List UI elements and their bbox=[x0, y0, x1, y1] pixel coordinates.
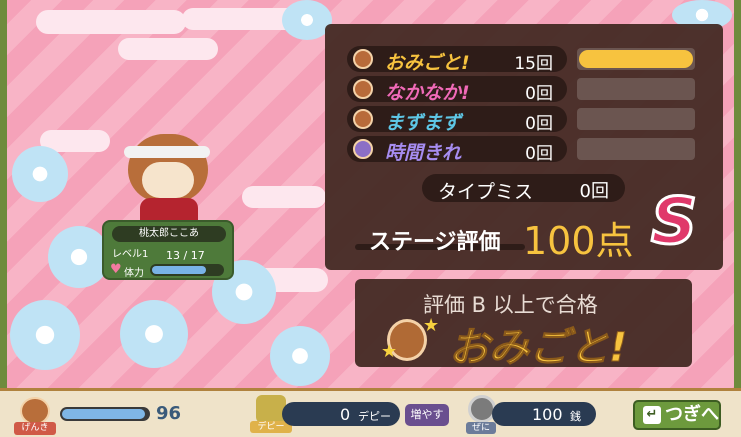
dp-counter: 0 デピー bbox=[282, 402, 400, 426]
bg-plum-flower bbox=[12, 146, 68, 202]
frame-right bbox=[734, 0, 741, 437]
genki-bar-fill bbox=[62, 409, 145, 419]
result-label: 時間きれ bbox=[385, 142, 462, 164]
result-row-mazumazu: まずまず 0回 bbox=[347, 106, 567, 134]
stage-score: 100点 bbox=[523, 219, 634, 263]
game-screen: おみごと! 15回 なかなか! 0回 まずまず 0回 時間きれ 0回 タイプミス… bbox=[0, 0, 741, 437]
typo-count: 0回 bbox=[579, 181, 609, 202]
result-label: なかなか! bbox=[385, 82, 470, 104]
hp-bar bbox=[150, 264, 224, 276]
typo-label: タイプミス bbox=[438, 181, 534, 203]
genki-face-icon bbox=[20, 397, 50, 425]
character-status-card: 桃太郎ここあ レベル1 13 / 17 ♥ 体力 bbox=[102, 220, 234, 280]
result-count: 0回 bbox=[525, 84, 553, 104]
result-label: まずまず bbox=[385, 112, 462, 134]
result-count: 15回 bbox=[514, 54, 553, 74]
result-bar bbox=[577, 48, 695, 70]
result-bar bbox=[577, 138, 695, 160]
happy-face-icon bbox=[353, 79, 373, 99]
bg-cloud bbox=[242, 186, 326, 208]
result-label: おみごと! bbox=[385, 52, 470, 74]
dp-unit: デピー bbox=[358, 410, 391, 423]
star-icon: ★ bbox=[423, 315, 440, 336]
next-label: つぎへ bbox=[665, 404, 719, 425]
pass-verdict: おみごと! bbox=[448, 325, 628, 372]
stage-eval-label: ステージ評価 bbox=[369, 230, 501, 255]
genki-label: げんき bbox=[14, 422, 56, 435]
result-bar bbox=[577, 78, 695, 100]
return-arrow-icon: ↵ bbox=[643, 406, 661, 424]
result-row-timeout: 時間きれ 0回 bbox=[347, 136, 567, 164]
character-name: 桃太郎ここあ bbox=[112, 226, 226, 242]
result-count: 0回 bbox=[525, 144, 553, 164]
character-hp-text: 13 / 17 bbox=[166, 249, 205, 262]
hp-bar-fill bbox=[152, 266, 206, 274]
neutral-face-icon bbox=[353, 109, 373, 129]
genki-bar bbox=[60, 407, 150, 421]
result-bar bbox=[577, 108, 695, 130]
star-icon: ★ bbox=[381, 341, 398, 362]
character-face bbox=[142, 162, 194, 198]
frame-left bbox=[0, 0, 7, 437]
result-row-nakanaka: なかなか! 0回 bbox=[347, 76, 567, 104]
bg-plum-flower bbox=[270, 326, 330, 386]
rank-grade: S bbox=[649, 185, 698, 259]
result-count: 0回 bbox=[525, 114, 553, 134]
results-panel: おみごと! 15回 なかなか! 0回 まずまず 0回 時間きれ 0回 タイプミス… bbox=[325, 24, 723, 270]
next-button[interactable]: ↵ つぎへ bbox=[633, 400, 721, 430]
stamina-label: 体力 bbox=[124, 268, 144, 279]
bottom-status-bar: げんき 96 デピー 0 デピー 増やす ぜに 100 銭 ↵ つぎへ bbox=[0, 388, 741, 437]
bg-plum-flower bbox=[120, 300, 188, 368]
character-headband bbox=[124, 146, 210, 158]
player-character bbox=[118, 128, 214, 228]
coin-counter: 100 銭 bbox=[492, 402, 596, 426]
typo-row: タイプミス 0回 bbox=[422, 174, 625, 203]
result-row-omigoto: おみごと! 15回 bbox=[347, 46, 567, 74]
result-bar-fill bbox=[579, 50, 693, 68]
coin-label: ぜに bbox=[466, 422, 496, 434]
dp-currency-icon bbox=[256, 395, 286, 423]
bg-plum-flower bbox=[10, 300, 80, 370]
character-level: レベル1 bbox=[112, 249, 149, 260]
coin-unit: 銭 bbox=[570, 410, 581, 423]
bg-plum-flower bbox=[48, 226, 110, 288]
dizzy-face-icon bbox=[353, 139, 373, 159]
bg-cloud bbox=[36, 10, 186, 34]
bg-cloud bbox=[118, 38, 218, 60]
increase-button[interactable]: 増やす bbox=[405, 404, 449, 426]
heart-icon: ♥ bbox=[110, 262, 122, 277]
coin-value: 100 bbox=[532, 405, 563, 424]
genki-value: 96 bbox=[156, 403, 182, 424]
dp-value: 0 bbox=[340, 405, 351, 424]
pass-verdict-panel: 評価 B 以上で合格 ★ ★ おみごと! bbox=[355, 279, 692, 372]
cheer-face-icon bbox=[353, 49, 373, 69]
